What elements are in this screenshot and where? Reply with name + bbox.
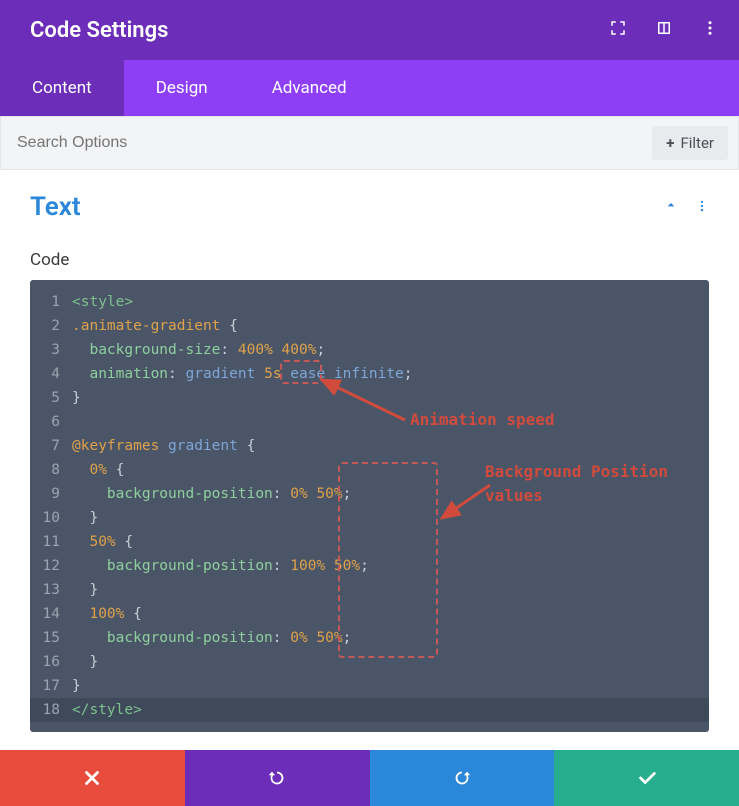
line-number: 11 (30, 530, 72, 554)
undo-icon (266, 767, 288, 789)
expand-icon[interactable] (609, 19, 627, 42)
line-number: 15 (30, 626, 72, 650)
code-line[interactable]: 15 background-position: 0% 50%; (30, 626, 709, 650)
annotation-animation-speed: Animation speed (410, 408, 555, 432)
line-number: 18 (30, 698, 72, 722)
annotation-background-position: Background Position values (485, 460, 709, 508)
code-line[interactable]: 3 background-size: 400% 400%; (30, 338, 709, 362)
code-line[interactable]: 5} (30, 386, 709, 410)
modal-title: Code Settings (30, 18, 168, 43)
line-number: 17 (30, 674, 72, 698)
line-number: 14 (30, 602, 72, 626)
line-number: 4 (30, 362, 72, 386)
content-area: Text Code 1<style>2.animate-gradient {3 … (0, 170, 739, 732)
code-editor[interactable]: 1<style>2.animate-gradient {3 background… (30, 280, 709, 732)
field-label-code: Code (30, 250, 709, 270)
tab-advanced[interactable]: Advanced (240, 60, 379, 116)
line-number: 10 (30, 506, 72, 530)
line-number: 1 (30, 290, 72, 314)
tab-design[interactable]: Design (124, 60, 240, 116)
line-number: 5 (30, 386, 72, 410)
line-number: 13 (30, 578, 72, 602)
line-number: 9 (30, 482, 72, 506)
code-line[interactable]: 6 (30, 410, 709, 434)
collapse-icon[interactable] (663, 197, 679, 217)
line-number: 3 (30, 338, 72, 362)
save-button[interactable] (554, 750, 739, 806)
tab-content[interactable]: Content (0, 60, 124, 116)
redo-button[interactable] (370, 750, 555, 806)
search-input[interactable] (17, 134, 652, 152)
close-icon (81, 767, 103, 789)
line-number: 16 (30, 650, 72, 674)
modal-header: Code Settings (0, 0, 739, 60)
code-line[interactable]: 7@keyframes gradient { (30, 434, 709, 458)
line-number: 2 (30, 314, 72, 338)
code-line[interactable]: 4 animation: gradient 5s ease infinite; (30, 362, 709, 386)
code-line[interactable]: 2.animate-gradient { (30, 314, 709, 338)
code-line[interactable]: 10 } (30, 506, 709, 530)
redo-icon (451, 767, 473, 789)
section-title: Text (30, 192, 81, 222)
line-number: 6 (30, 410, 72, 434)
line-number: 8 (30, 458, 72, 482)
line-number: 12 (30, 554, 72, 578)
code-line[interactable]: 1<style> (30, 290, 709, 314)
cancel-button[interactable] (0, 750, 185, 806)
tab-bar: Content Design Advanced (0, 60, 739, 116)
code-line[interactable]: 18</style> (30, 698, 709, 722)
section-header: Text (30, 192, 709, 228)
section-kebab-icon[interactable] (695, 198, 709, 217)
code-line[interactable]: 11 50% { (30, 530, 709, 554)
check-icon (636, 767, 658, 789)
columns-icon[interactable] (655, 19, 673, 42)
code-line[interactable]: 13 } (30, 578, 709, 602)
header-actions (609, 19, 719, 42)
code-line[interactable]: 14 100% { (30, 602, 709, 626)
plus-icon: + (666, 134, 674, 152)
code-line[interactable]: 16 } (30, 650, 709, 674)
action-bar (0, 750, 739, 806)
kebab-icon[interactable] (701, 19, 719, 42)
search-row: + Filter (0, 116, 739, 170)
code-line[interactable]: 12 background-position: 100% 50%; (30, 554, 709, 578)
line-number: 7 (30, 434, 72, 458)
code-line[interactable]: 17} (30, 674, 709, 698)
filter-button[interactable]: + Filter (652, 126, 728, 160)
undo-button[interactable] (185, 750, 370, 806)
filter-label: Filter (680, 134, 714, 152)
